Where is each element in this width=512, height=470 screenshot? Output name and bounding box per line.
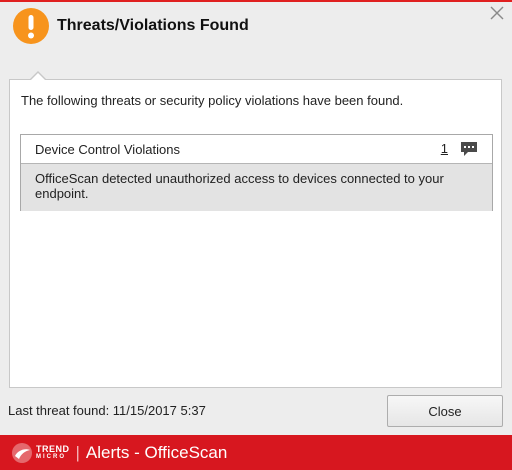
dialog-title: Threats/Violations Found	[57, 17, 249, 34]
threat-description: OfficeScan detected unauthorized access …	[21, 164, 492, 211]
brand-wordmark: TREND MICRO	[36, 443, 70, 461]
panel-notch-fill	[30, 73, 46, 81]
threat-count-link[interactable]: 1	[441, 141, 448, 156]
brand-wordmark-top: TREND	[36, 443, 70, 454]
brand-separator: |	[75, 442, 80, 462]
close-button[interactable]: Close	[387, 395, 503, 427]
threat-header: Device Control Violations 1	[21, 135, 492, 164]
comment-icon[interactable]	[460, 141, 478, 157]
brand-bar: TREND MICRO | Alerts - OfficeScan	[0, 435, 512, 470]
threat-item: Device Control Violations 1 OfficeScan d…	[20, 134, 493, 211]
title-bar: Threats/Violations Found	[0, 2, 512, 58]
app-title: Alerts - OfficeScan	[85, 442, 228, 462]
trend-micro-logo-icon: TREND MICRO	[11, 442, 70, 464]
exclamation-circle-icon	[13, 8, 49, 44]
brand-wordmark-bottom: MICRO	[36, 453, 66, 460]
content-panel: The following threats or security policy…	[9, 71, 502, 388]
intro-text: The following threats or security policy…	[21, 93, 404, 108]
last-threat-status: Last threat found: 11/15/2017 5:37	[8, 403, 206, 418]
threat-name: Device Control Violations	[35, 142, 180, 157]
close-icon[interactable]	[488, 4, 506, 22]
alert-window: Threats/Violations Found The following t…	[0, 0, 512, 470]
